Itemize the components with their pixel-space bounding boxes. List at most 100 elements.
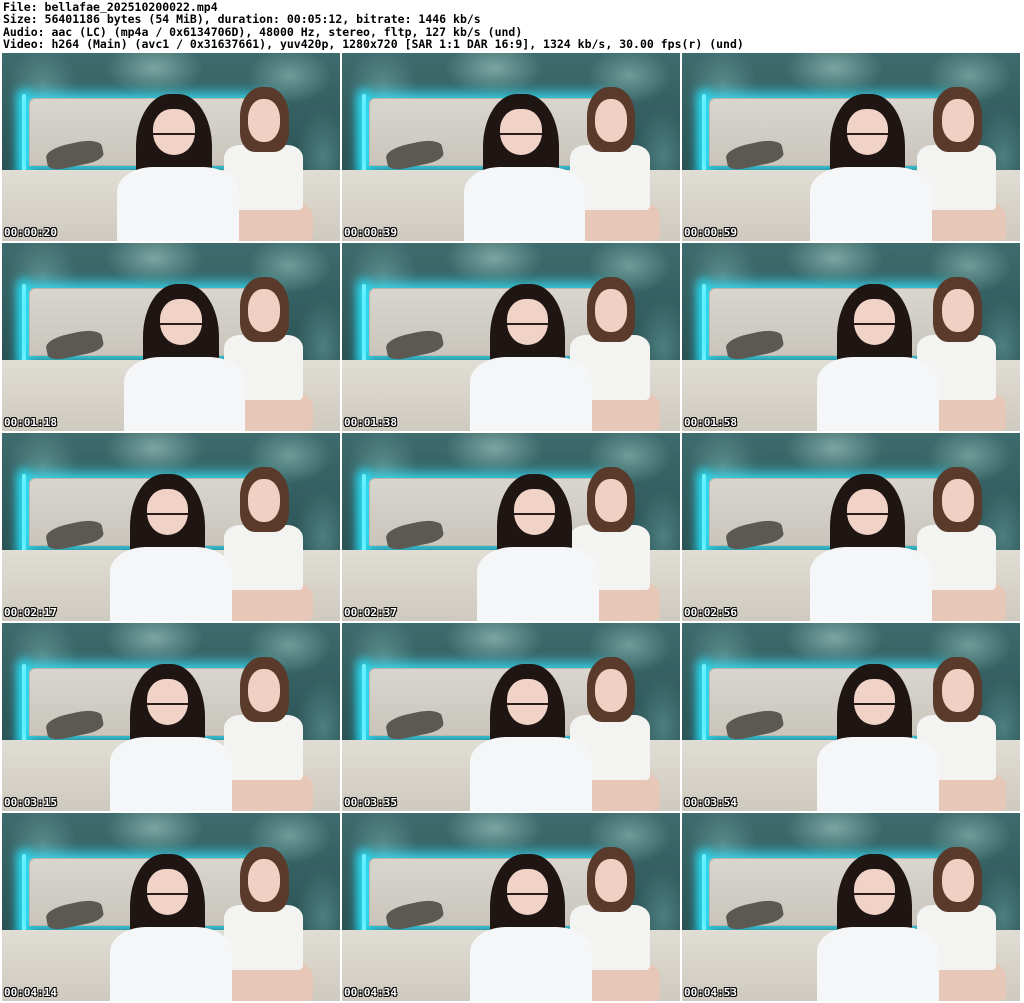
thumbnail-timestamp: 00:04:14 <box>4 986 57 999</box>
thumbnail-timestamp: 00:01:58 <box>684 416 737 429</box>
person-right-face <box>941 99 975 143</box>
thumbnail-frame-image <box>342 623 680 811</box>
person-right-face <box>594 859 628 903</box>
person-left-top <box>116 166 239 241</box>
neon-light <box>362 284 367 368</box>
video-thumbnail: 00:03:35 <box>342 623 680 811</box>
person-right-face <box>941 859 975 903</box>
video-thumbnail: 00:04:53 <box>682 813 1020 1001</box>
thumbnail-frame-image <box>2 623 340 811</box>
person-left-face <box>846 109 889 155</box>
person-right-face <box>594 669 628 713</box>
neon-light <box>22 94 27 178</box>
person-left <box>817 664 939 811</box>
person-left-face <box>146 679 189 725</box>
glasses <box>146 513 189 524</box>
neon-light <box>362 94 367 178</box>
thumbnail-frame-image <box>342 53 680 241</box>
thumbnail-timestamp: 00:01:18 <box>4 416 57 429</box>
person-left <box>463 94 586 241</box>
glasses <box>846 513 889 524</box>
neon-light <box>22 474 27 558</box>
glasses <box>160 323 202 334</box>
neon-light <box>22 284 27 368</box>
person-left-face <box>506 679 549 725</box>
person-right-face <box>941 289 975 333</box>
person-right-shirt <box>223 905 303 971</box>
thumbnail-timestamp: 00:02:17 <box>4 606 57 619</box>
file-info-header: File: bellafae_202510200022.mp4 Size: 56… <box>3 1 1021 51</box>
neon-light <box>362 664 367 748</box>
thumbnail-frame-image <box>2 243 340 431</box>
person-left <box>470 284 593 431</box>
neon-light <box>702 474 707 558</box>
person-left-top <box>817 356 939 431</box>
glasses <box>500 133 542 144</box>
thumbnail-timestamp: 00:02:56 <box>684 606 737 619</box>
person-left <box>110 474 232 621</box>
person-left-top <box>470 736 593 811</box>
person-left <box>116 94 239 241</box>
person-right-face <box>248 289 281 333</box>
person-left-top <box>817 926 939 1001</box>
thumbnail-timestamp: 00:00:20 <box>4 226 57 239</box>
person-left <box>110 664 232 811</box>
person-left-top <box>470 356 593 431</box>
thumbnail-timestamp: 00:03:15 <box>4 796 57 809</box>
person-left <box>477 474 599 621</box>
video-thumbnail: 00:03:15 <box>2 623 340 811</box>
video-thumbnail: 00:00:20 <box>2 53 340 241</box>
person-right-face <box>941 479 975 523</box>
person-left-face <box>500 109 542 155</box>
person-left-top <box>477 546 599 621</box>
glasses <box>853 893 896 904</box>
video-thumbnail: 00:01:58 <box>682 243 1020 431</box>
person-right-face <box>248 859 281 903</box>
person-left-face <box>160 299 202 345</box>
neon-light <box>702 854 707 938</box>
thumbnail-frame-image <box>2 433 340 621</box>
thumbnail-timestamp: 00:01:38 <box>344 416 397 429</box>
glasses <box>853 323 896 334</box>
person-left-top <box>817 736 939 811</box>
person-left-face <box>853 679 896 725</box>
thumbnail-timestamp: 00:04:34 <box>344 986 397 999</box>
person-left-face <box>506 299 549 345</box>
thumbnail-frame-image <box>342 433 680 621</box>
person-left-face <box>853 299 896 345</box>
video-thumbnail: 00:02:56 <box>682 433 1020 621</box>
video-thumbnail: 00:00:59 <box>682 53 1020 241</box>
thumbnail-timestamp: 00:02:37 <box>344 606 397 619</box>
person-right-face <box>248 669 281 713</box>
video-thumbnail: 00:03:54 <box>682 623 1020 811</box>
video-thumbnail: 00:04:14 <box>2 813 340 1001</box>
thumbnail-timestamp: 00:03:35 <box>344 796 397 809</box>
file-size-line: Size: 56401186 bytes (54 MiB), duration:… <box>3 13 481 26</box>
glasses <box>146 703 189 714</box>
person-left <box>123 284 246 431</box>
video-thumbnail: 00:00:39 <box>342 53 680 241</box>
audio-info-line: Audio: aac (LC) (mp4a / 0x6134706D), 480… <box>3 25 523 38</box>
person-left-face <box>153 109 195 155</box>
neon-light <box>362 854 367 938</box>
person-left <box>810 94 933 241</box>
thumbnail-frame-image <box>682 433 1020 621</box>
person-right-face <box>248 479 281 523</box>
thumbnail-timestamp: 00:00:59 <box>684 226 737 239</box>
thumbnail-frame-image <box>682 53 1020 241</box>
glasses <box>506 323 549 334</box>
file-name-line: File: bellafae_202510200022.mp4 <box>3 1 218 14</box>
thumbnail-timestamp: 00:00:39 <box>344 226 397 239</box>
thumbnail-grid: 00:00:20 00:00:39 00:00:59 00:01:18 00:01:38… <box>2 53 1022 1001</box>
person-right-face <box>594 99 628 143</box>
glasses <box>153 133 195 144</box>
glasses <box>853 703 896 714</box>
person-right-face <box>594 479 628 523</box>
person-right-shirt <box>223 525 303 591</box>
person-left <box>470 664 593 811</box>
video-thumbnail: 00:01:18 <box>2 243 340 431</box>
person-left <box>110 854 232 1001</box>
person-right-face <box>594 289 628 333</box>
neon-light <box>22 664 27 748</box>
neon-light <box>702 664 707 748</box>
